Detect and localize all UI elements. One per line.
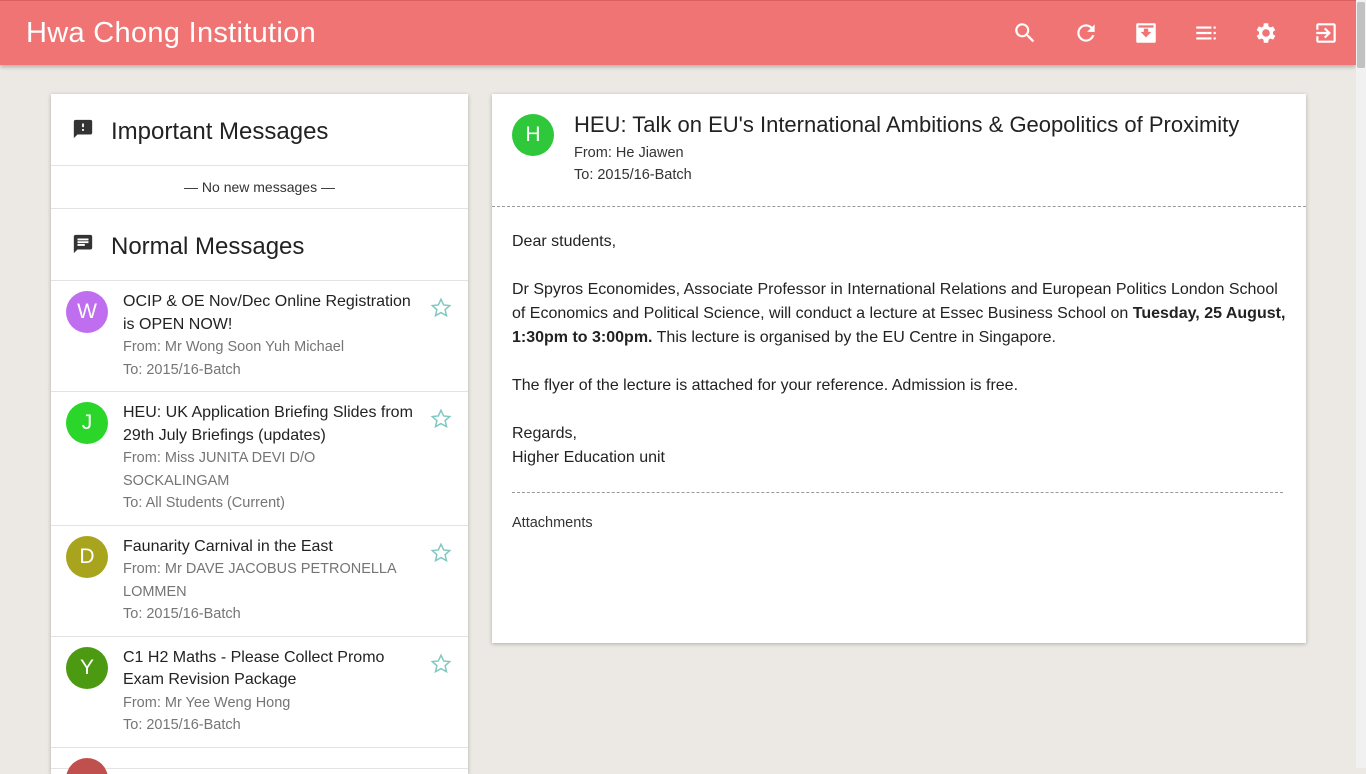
sender-avatar: H — [512, 114, 554, 156]
list-icon[interactable] — [1192, 19, 1220, 47]
body-text: This lecture is organised by the EU Cent… — [652, 329, 1055, 346]
message-subject: OCIP & OE Nov/Dec Online Registration is… — [123, 291, 420, 336]
message-list-item[interactable]: Y C1 H2 Maths - Please Collect Promo Exa… — [51, 637, 468, 748]
message-list-item[interactable]: D Faunarity Carnival in the East From: M… — [51, 526, 468, 637]
avatar: D — [66, 536, 108, 578]
signoff-line: Regards, — [512, 425, 577, 442]
important-messages-header: Important Messages — [51, 94, 468, 166]
message-body: Dear students, Dr Spyros Economides, Ass… — [512, 230, 1292, 470]
app-title: Hwa Chong Institution — [26, 17, 316, 50]
message-sender: From: He Jiawen — [574, 145, 684, 161]
app-header: Hwa Chong Institution — [0, 0, 1356, 65]
star-icon[interactable] — [430, 653, 452, 675]
message-from: From: Mr DAVE JACOBUS PETRONELLA LOMMEN — [123, 558, 420, 603]
normal-messages-title: Normal Messages — [111, 233, 304, 261]
scrollbar-thumb[interactable] — [1357, 2, 1365, 68]
divider — [492, 206, 1306, 207]
message-subject: Faunarity Carnival in the East — [123, 536, 420, 559]
signoff-line: Higher Education unit — [512, 449, 665, 466]
message-list-item[interactable]: J HEU: UK Application Briefing Slides fr… — [51, 392, 468, 526]
message-subject: C1 H2 Maths - Please Collect Promo Exam … — [123, 647, 420, 692]
message-to: To: 2015/16-Batch — [123, 359, 420, 382]
settings-icon[interactable] — [1252, 19, 1280, 47]
avatar — [66, 758, 108, 774]
star-icon[interactable] — [430, 542, 452, 564]
message-to: To: 2015/16-Batch — [123, 603, 420, 626]
message-to: To: All Students (Current) — [123, 492, 420, 515]
body-paragraph: Dr Spyros Economides, Associate Professo… — [512, 278, 1292, 350]
message-title: HEU: Talk on EU's International Ambition… — [574, 112, 1239, 138]
message-detail-panel: H HEU: Talk on EU's International Ambiti… — [492, 94, 1306, 643]
signoff: Regards, Higher Education unit — [512, 422, 1292, 470]
message-list-panel: Important Messages — No new messages — N… — [51, 94, 468, 774]
message-from: From: Mr Wong Soon Yuh Michael — [123, 336, 420, 359]
star-icon[interactable] — [430, 297, 452, 319]
message-from: From: Miss JUNITA DEVI D/O SOCKALINGAM — [123, 447, 420, 492]
message-subject: HEU: UK Application Briefing Slides from… — [123, 402, 420, 447]
divider — [512, 492, 1283, 493]
logout-icon[interactable] — [1312, 19, 1340, 47]
avatar: Y — [66, 647, 108, 689]
chat-icon — [72, 233, 94, 255]
star-icon[interactable] — [430, 408, 452, 430]
archive-icon[interactable] — [1132, 19, 1160, 47]
page-scrollbar[interactable] — [1356, 0, 1366, 768]
attachments-label: Attachments — [512, 515, 593, 531]
search-icon[interactable] — [1011, 19, 1039, 47]
body-paragraph: The flyer of the lecture is attached for… — [512, 374, 1292, 398]
message-recipient: To: 2015/16-Batch — [574, 167, 692, 183]
avatar: W — [66, 291, 108, 333]
greeting: Dear students, — [512, 230, 1292, 254]
message-to: To: 2015/16-Batch — [123, 714, 420, 737]
refresh-icon[interactable] — [1072, 19, 1100, 47]
message-list-item[interactable] — [51, 748, 468, 769]
avatar: J — [66, 402, 108, 444]
feedback-icon — [72, 118, 94, 140]
important-messages-title: Important Messages — [111, 118, 328, 146]
message-from: From: Mr Yee Weng Hong — [123, 692, 420, 715]
message-list-item[interactable]: W OCIP & OE Nov/Dec Online Registration … — [51, 281, 468, 392]
normal-messages-header: Normal Messages — [51, 209, 468, 281]
no-messages-text: — No new messages — — [51, 166, 468, 209]
